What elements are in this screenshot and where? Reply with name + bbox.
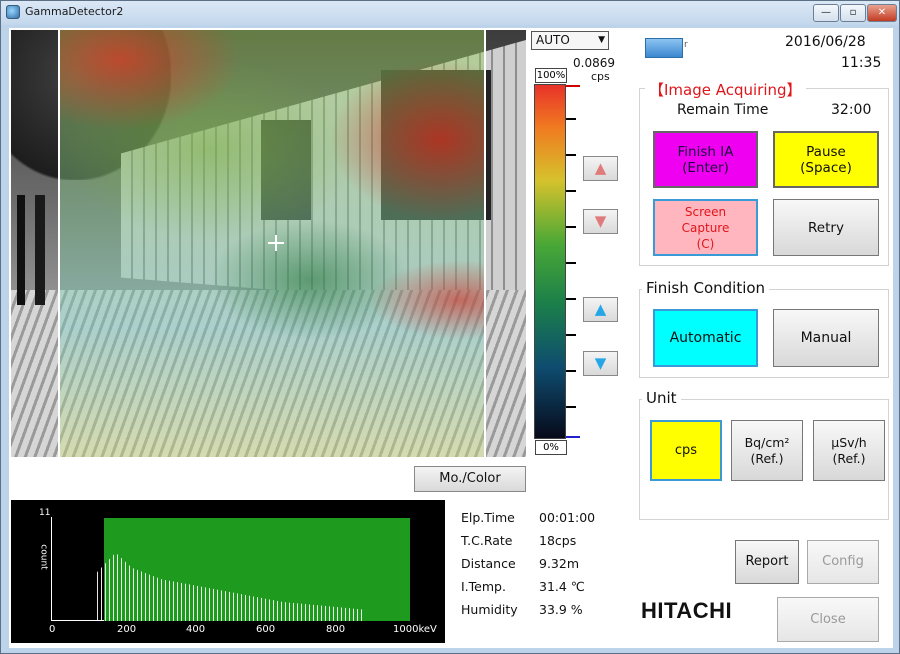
scale-bottom-marker [566,436,580,438]
config-button[interactable]: Config [807,540,879,584]
gamma-camera-image[interactable] [11,30,526,457]
pause-shortcut: (Space) [800,159,852,176]
reading-label: I.Temp. [461,579,506,594]
unit-usv-label: μSv/h [831,434,867,450]
screen-capture-button[interactable]: Screen Capture (C) [653,199,758,256]
pause-label: Pause [806,143,846,160]
color-scale-ticks [566,84,576,439]
app-window: GammaDetector2 — ▫ ✕ AUTO ▼ 0.0869 cps 1… [0,0,900,654]
unit-usv-button[interactable]: μSv/h (Ref.) [813,420,885,481]
spectrum-x-tick: 1000keV [393,624,437,635]
unit-bq-label: Bq/cm² [744,434,790,450]
screen-capture-label-2: Capture [681,220,730,235]
measurement-readings: Elp.Time 00:01:00 T.C.Rate 18cps Distanc… [461,510,631,625]
unit-usv-note: (Ref.) [832,450,866,466]
scale-min-pct: 0% [535,440,567,455]
reading-label: Humidity [461,602,518,617]
arrow-down-icon: ▼ [594,212,607,230]
reading-label: T.C.Rate [461,533,513,548]
finish-ia-shortcut: (Enter) [682,159,729,176]
mono-color-button[interactable]: Mo./Color [414,466,526,492]
spectrum-x-tick: 400 [186,624,206,635]
manual-button[interactable]: Manual [773,309,879,367]
spectrum-y-max: 11 [39,508,51,518]
reading-value: 00:01:00 [539,510,596,525]
spectrum-axes [51,517,410,621]
scale-mode-select[interactable]: AUTO ▼ [531,31,609,50]
close-button[interactable]: Close [777,597,879,642]
app-icon [6,5,20,19]
spectrum-x-tick: 200 [117,624,137,635]
status-indicator-text: r [684,40,688,50]
scale-min-down-button[interactable]: ▼ [583,351,618,376]
scale-max-unit: cps [591,70,610,83]
time-display: 11:35 [841,55,882,71]
screen-capture-shortcut: (C) [696,236,715,251]
screen-capture-label: Screen [684,204,727,219]
client-area: AUTO ▼ 0.0869 cps 100% 0% ▲ ▼ ▲ ▼ Mo./Co… [9,28,893,648]
scale-max-up-button[interactable]: ▲ [583,156,618,181]
reading-value: 9.32m [539,556,580,571]
unit-cps-button[interactable]: cps [650,420,722,481]
maximize-button[interactable]: ▫ [840,4,866,22]
spectrum-x-tick: 0 [49,624,56,635]
reading-label: Distance [461,556,516,571]
title-bar[interactable]: GammaDetector2 — ▫ ✕ [1,1,899,25]
window-title: GammaDetector2 [25,5,124,18]
scale-top-marker [566,85,580,87]
spectrum-x-tick: 800 [326,624,346,635]
remain-time-value: 32:00 [831,102,872,118]
report-button[interactable]: Report [735,540,799,584]
image-acquiring-title: 【Image Acquiring】 [645,79,806,100]
reading-internal-temp: I.Temp. 31.4 ℃ [461,579,631,602]
scale-max-down-button[interactable]: ▼ [583,209,618,234]
scale-min-up-button[interactable]: ▲ [583,297,618,322]
unit-title: Unit [642,389,681,407]
arrow-up-icon: ▲ [594,159,607,177]
scale-max-value: 0.0869 [573,56,615,70]
arrow-down-icon: ▼ [594,354,607,372]
minimize-button[interactable]: — [813,4,839,22]
finish-ia-button[interactable]: Finish IA (Enter) [653,131,758,188]
finish-condition-title: Finish Condition [642,279,770,297]
reading-elapsed-time: Elp.Time 00:01:00 [461,510,631,533]
date-display: 2016/06/28 [785,34,866,50]
reading-label: Elp.Time [461,510,515,525]
unit-bq-button[interactable]: Bq/cm² (Ref.) [731,420,803,481]
reading-distance: Distance 9.32m [461,556,631,579]
chevron-down-icon: ▼ [598,35,605,45]
reading-count-rate: T.C.Rate 18cps [461,533,631,556]
reading-humidity: Humidity 33.9 % [461,602,631,625]
pause-button[interactable]: Pause (Space) [773,131,879,188]
status-indicator [645,38,683,58]
arrow-up-icon: ▲ [594,300,607,318]
automatic-button[interactable]: Automatic [653,309,758,367]
close-window-button[interactable]: ✕ [867,4,897,22]
brand-logo: HITACHI [641,598,733,623]
reading-value: 31.4 ℃ [539,579,585,594]
finish-ia-label: Finish IA [677,143,734,160]
reading-value: 33.9 % [539,602,583,617]
crosshair-icon [268,235,284,251]
scale-mode-value: AUTO [536,33,570,47]
remain-time-label: Remain Time [677,102,769,118]
retry-button[interactable]: Retry [773,199,879,256]
color-scale-bar [534,84,566,439]
camera-people [13,195,53,305]
spectrum-x-tick: 600 [256,624,276,635]
reading-value: 18cps [539,533,577,548]
scale-max-pct: 100% [535,68,567,83]
spectrum-y-label: count [38,544,49,570]
unit-bq-note: (Ref.) [750,450,784,466]
energy-spectrum-plot: 11 count 0 200 400 600 800 1000keV [11,500,445,643]
